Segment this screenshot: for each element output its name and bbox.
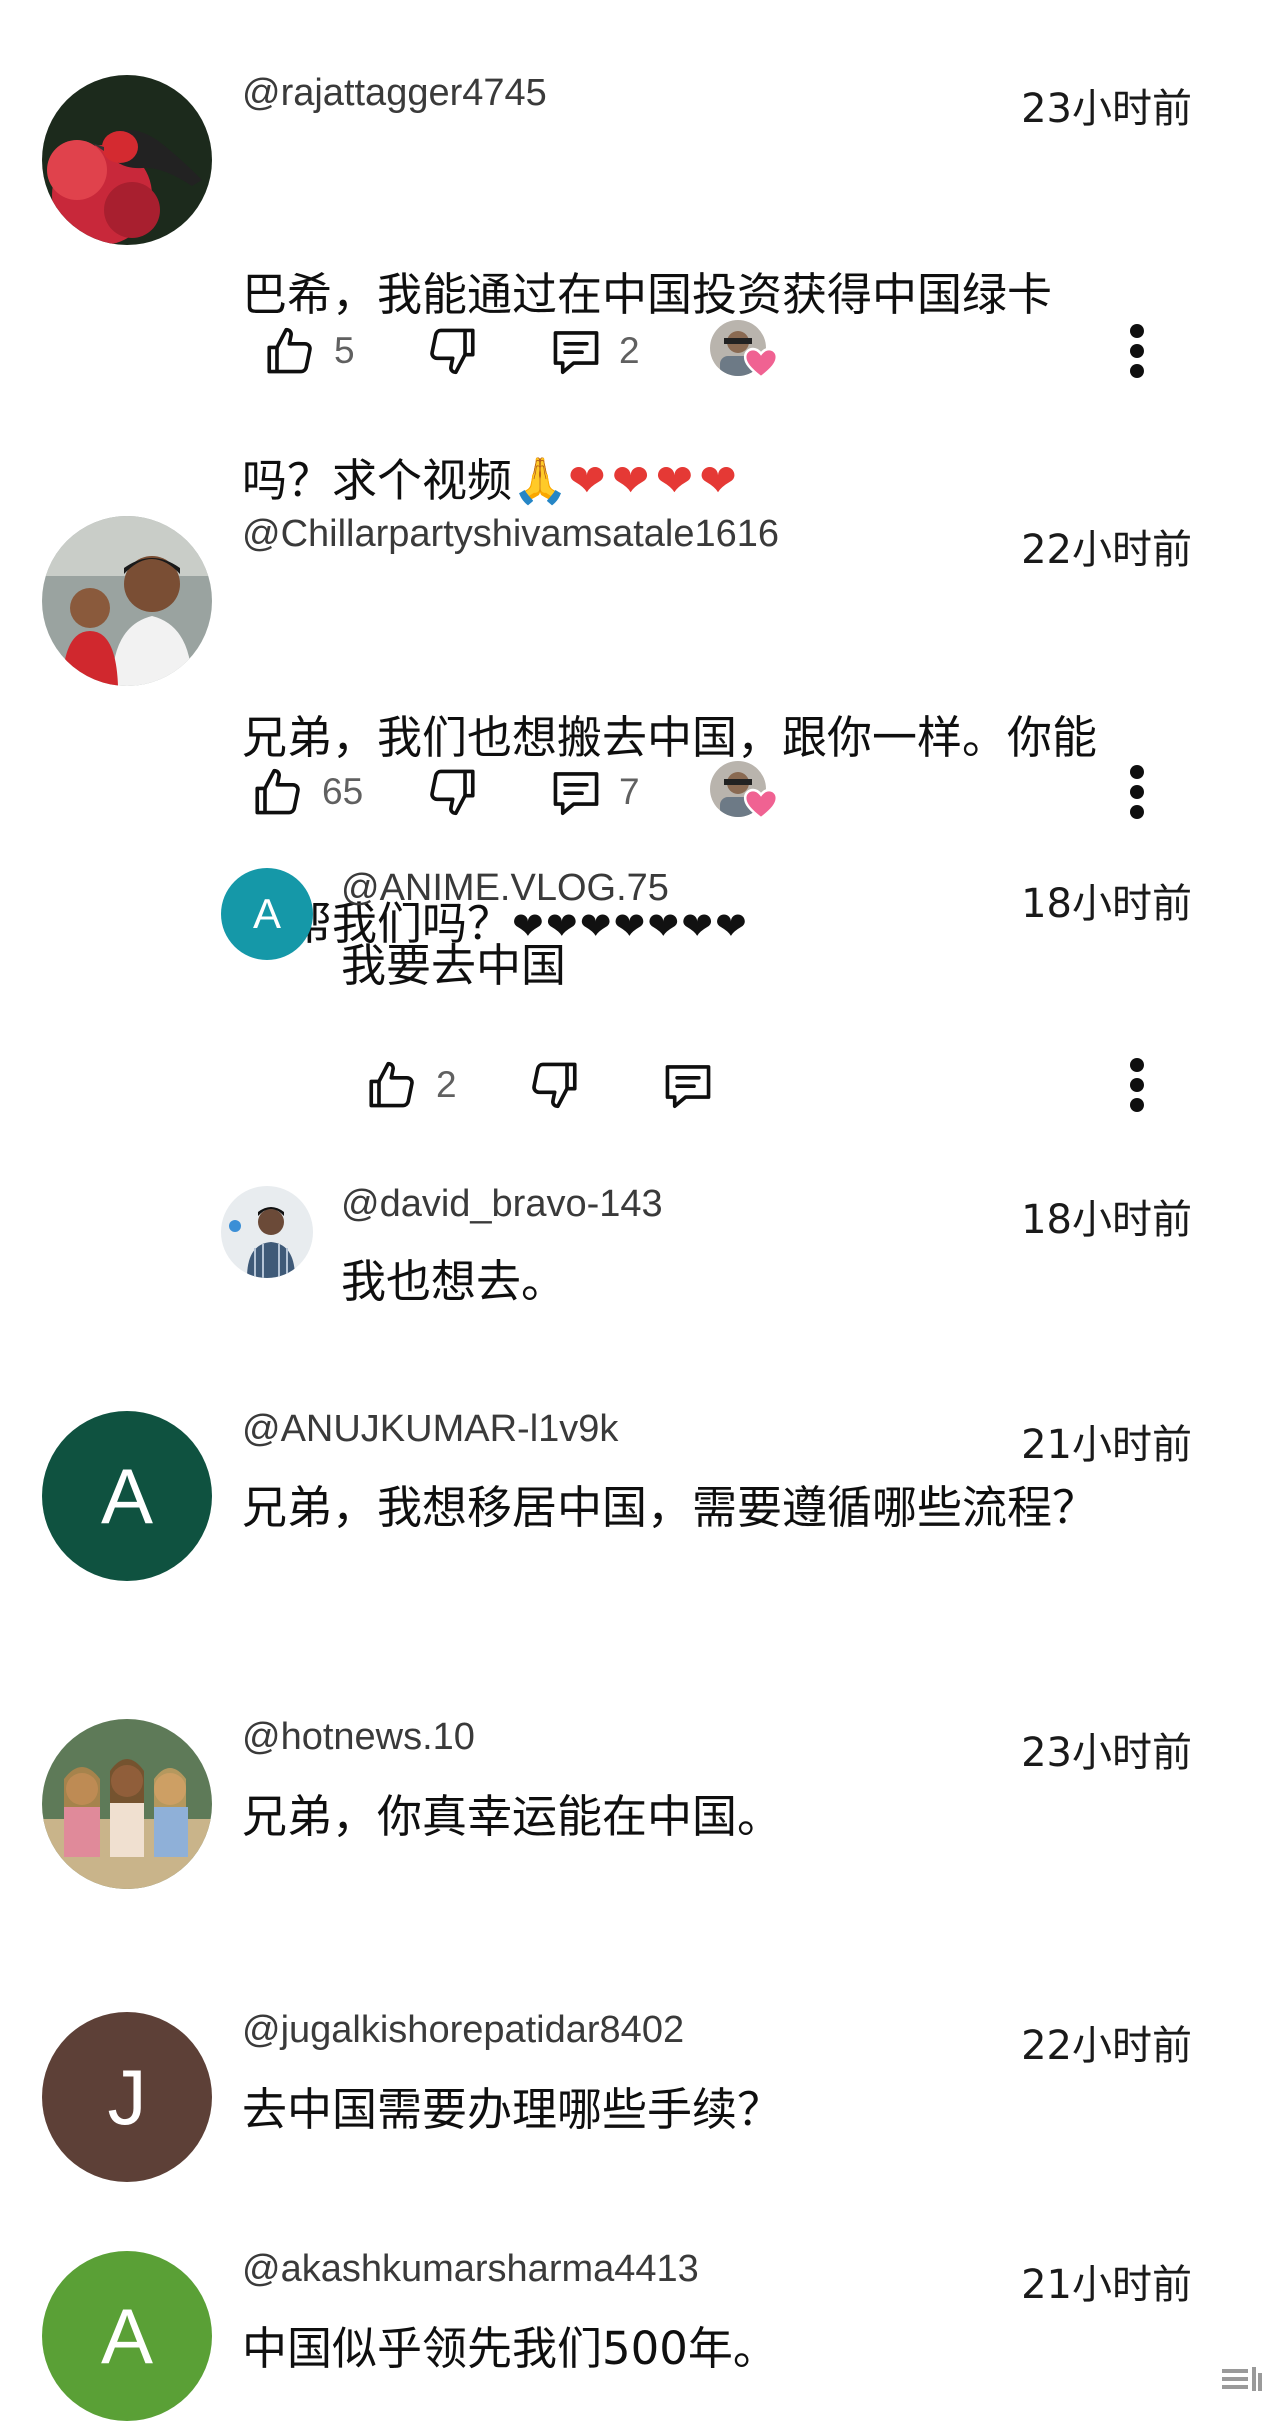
reply-icon bbox=[659, 1056, 717, 1114]
comment-time: 22小时前 bbox=[1021, 527, 1192, 573]
comment-author[interactable]: @rajattagger4745 bbox=[242, 72, 547, 115]
reply-author[interactable]: @ANIME.VLOG.75 bbox=[341, 867, 669, 910]
more-vert-icon[interactable] bbox=[1122, 1050, 1152, 1120]
comment-actions: 65 7 bbox=[250, 757, 1212, 827]
avatar[interactable] bbox=[42, 75, 212, 245]
avatar[interactable]: A bbox=[42, 1411, 212, 1581]
thumbs-up-icon bbox=[250, 763, 308, 821]
reply-button[interactable] bbox=[659, 1050, 717, 1120]
avatar[interactable] bbox=[42, 1719, 212, 1889]
thumbs-down-icon bbox=[422, 763, 480, 821]
comment-time: 23小时前 bbox=[1021, 1730, 1192, 1776]
thumbs-up-icon bbox=[364, 1056, 422, 1114]
avatar[interactable]: A bbox=[221, 868, 313, 960]
pray-emoji: 🙏 bbox=[512, 454, 569, 507]
reply-author[interactable]: @david_bravo-143 bbox=[341, 1183, 663, 1226]
reply-button[interactable]: 2 bbox=[547, 316, 640, 386]
comment-text: 兄弟，你真幸运能在中国。 bbox=[242, 1790, 783, 1843]
comment-author[interactable]: @hotnews.10 bbox=[242, 1716, 475, 1759]
like-count: 5 bbox=[334, 330, 355, 371]
thumbs-down-icon bbox=[422, 322, 480, 380]
like-button[interactable]: 5 bbox=[262, 316, 355, 386]
comment-text: 中国似乎领先我们500年。 bbox=[242, 2322, 778, 2375]
heart-emojis: ❤❤❤❤ bbox=[568, 454, 743, 507]
comment-author[interactable]: @Chillarpartyshivamsatale1616 bbox=[242, 513, 779, 556]
dislike-button[interactable] bbox=[422, 316, 480, 386]
comment-time: 21小时前 bbox=[1021, 2262, 1192, 2308]
like-button[interactable]: 65 bbox=[250, 757, 363, 827]
comment-time: 23小时前 bbox=[1021, 86, 1192, 132]
comment-text: 兄弟，我们也想搬去中国，跟你一样。你能 帮帮我们吗？❤❤❤❤❤❤❤ bbox=[242, 711, 1098, 950]
creator-heart-icon bbox=[742, 344, 780, 382]
like-count: 2 bbox=[436, 1064, 457, 1105]
more-vert-icon[interactable] bbox=[1122, 316, 1152, 386]
comment-actions: 5 2 bbox=[262, 316, 1212, 386]
avatar[interactable]: A bbox=[42, 2251, 212, 2421]
avatar[interactable] bbox=[42, 516, 212, 686]
dislike-button[interactable] bbox=[422, 757, 480, 827]
watermark-icon bbox=[1222, 2367, 1262, 2391]
reply-text: 我也想去。 bbox=[341, 1255, 567, 1308]
comment-author[interactable]: @akashkumarsharma4413 bbox=[242, 2248, 699, 2291]
comment-time: 21小时前 bbox=[1021, 1422, 1192, 1468]
reply-count: 2 bbox=[619, 330, 640, 371]
comment-text: 兄弟，我想移居中国，需要遵循哪些流程？ bbox=[242, 1481, 1098, 1534]
reply-actions: 2 bbox=[364, 1050, 1212, 1120]
creator-heart-icon bbox=[742, 785, 780, 823]
avatar[interactable] bbox=[221, 1186, 313, 1278]
like-count: 65 bbox=[322, 771, 364, 812]
more-vert-icon[interactable] bbox=[1122, 757, 1152, 827]
reply-time: 18小时前 bbox=[1021, 881, 1192, 927]
comment-author[interactable]: @ANUJKUMAR-l1v9k bbox=[242, 1408, 618, 1451]
thumbs-down-icon bbox=[524, 1056, 582, 1114]
reply-icon bbox=[547, 763, 605, 821]
comment-time: 22小时前 bbox=[1021, 2023, 1192, 2069]
avatar[interactable]: J bbox=[42, 2012, 212, 2182]
dislike-button[interactable] bbox=[524, 1050, 582, 1120]
reply-button[interactable]: 7 bbox=[547, 757, 640, 827]
thumbs-up-icon bbox=[262, 322, 320, 380]
reply-text: 我要去中国 bbox=[341, 939, 567, 992]
comment-author[interactable]: @jugalkishorepatidar8402 bbox=[242, 2009, 684, 2052]
reply-time: 18小时前 bbox=[1021, 1197, 1192, 1243]
reply-icon bbox=[547, 322, 605, 380]
reply-count: 7 bbox=[619, 771, 640, 812]
like-button[interactable]: 2 bbox=[364, 1050, 457, 1120]
comment-text: 去中国需要办理哪些手续？ bbox=[242, 2083, 783, 2136]
